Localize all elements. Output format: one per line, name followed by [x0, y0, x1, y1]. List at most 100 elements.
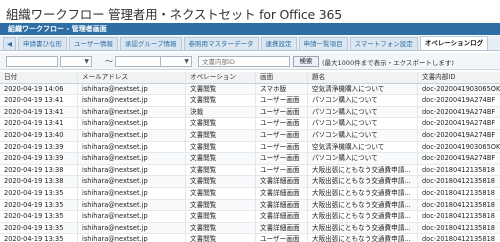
- cell-date: 2020-04-19 13:41: [0, 95, 78, 106]
- column-header-operation[interactable]: オペレーション: [186, 72, 256, 83]
- cell-doc-id: doc-20180412135818: [422, 223, 495, 232]
- cell-doc-id: doc-20180412135818: [422, 165, 495, 174]
- table-header-row: 日付 メールアドレス オペレーション 画面 題名 文書内部ID: [0, 72, 500, 84]
- table-row[interactable]: 2020-04-19 13:35 ishihara@nextset.jp 文書閲覧文…: [0, 222, 500, 235]
- cell-screen: 文書詳細画面: [256, 176, 308, 187]
- tab-approval-group[interactable]: 承認グループ情報: [119, 37, 182, 50]
- cell-doc-id: doc-20200419A274BF: [422, 154, 496, 163]
- cell-subject: 大阪出張にともなう交通費申請...: [308, 164, 418, 176]
- cell-date: 2020-04-19 13:41: [0, 118, 78, 129]
- search-button[interactable]: 検索: [293, 56, 319, 67]
- cell-subject: 大阪出張にともなう交通費申請...: [308, 234, 418, 242]
- admin-screen-header: 組織ワークフロー - 管理者画面: [0, 23, 500, 35]
- cell-doc-id: doc-20180412135818: [422, 212, 495, 221]
- cell-email: ishihara@nextset.jp: [78, 83, 186, 95]
- cell-date: 2020-04-19 13:38: [0, 176, 78, 187]
- tab-smartphone[interactable]: スマートフォン設定: [349, 37, 418, 50]
- cell-screen: ユーザー画面: [256, 129, 308, 141]
- cell-date: 2020-04-19 13:35: [0, 187, 78, 199]
- tab-master-data[interactable]: 参照用マスターデータ: [183, 37, 259, 50]
- cell-operation: 文書閲覧: [186, 187, 256, 199]
- cell-doc-id: doc-20180412135818: [422, 177, 495, 186]
- cell-date: 2020-04-19 14:06: [0, 83, 78, 95]
- table-row[interactable]: 2020-04-19 13:35 ishihara@nextset.jp 文書閲覧文…: [0, 187, 500, 200]
- table-row[interactable]: 2020-04-19 14:06 ishihara@nextset.jp 文書閲覧ス…: [0, 83, 500, 96]
- cell-screen: ユーザー画面: [256, 234, 308, 242]
- table-row[interactable]: 2020-04-19 13:38 ishihara@nextset.jp 文書閲覧ユ…: [0, 164, 500, 177]
- column-header-email[interactable]: メールアドレス: [78, 72, 186, 83]
- cell-operation: 文書閲覧: [186, 211, 256, 222]
- table-row[interactable]: 2020-04-19 13:39 ishihara@nextset.jp 文書閲覧ユ…: [0, 141, 500, 154]
- range-tilde: 〜: [105, 57, 113, 66]
- column-header-screen[interactable]: 画面: [256, 72, 308, 83]
- cell-operation: 文書閲覧: [186, 141, 256, 153]
- table-row[interactable]: 2020-04-19 13:40 ishihara@nextset.jp 文書閲覧ユ…: [0, 129, 500, 142]
- tab-prev-icon[interactable]: ◀: [3, 37, 16, 50]
- cell-doc-id: doc-20180412135818: [422, 200, 495, 209]
- app-title: 組織ワークフロー 管理者用・ネクストセット for Office 365: [6, 7, 343, 22]
- cell-doc-id: doc-20180412135818: [422, 188, 495, 197]
- cell-subject: 大阪出張にともなう交通費申請...: [308, 187, 418, 199]
- cell-operation: 文書閲覧: [186, 164, 256, 176]
- cell-subject: パソコン購入について: [308, 118, 418, 129]
- tab-user-info[interactable]: ユーザー情報: [69, 37, 118, 50]
- cell-subject: 空気清浄機購入について: [308, 83, 418, 95]
- chevron-down-icon: ▼: [184, 58, 189, 65]
- cell-operation: 文書閲覧: [186, 129, 256, 141]
- cell-operation: 文書閲覧: [186, 95, 256, 106]
- cell-email: ishihara@nextset.jp: [78, 222, 186, 234]
- cell-date: 2020-04-19 13:35: [0, 234, 78, 242]
- cell-subject: 空気清浄機購入について: [308, 141, 418, 153]
- cell-screen: スマホ版: [256, 83, 308, 95]
- table-row[interactable]: 2020-04-19 13:41 ishihara@nextset.jp 文書閲覧ユ…: [0, 95, 500, 107]
- cell-date: 2020-04-19 13:35: [0, 211, 78, 222]
- cell-email: ishihara@nextset.jp: [78, 176, 186, 187]
- cell-doc-id: doc-2020041903065OK: [422, 84, 500, 93]
- table-row[interactable]: 2020-04-19 13:41 ishihara@nextset.jp 決裁 ユーザ…: [0, 106, 500, 119]
- cell-date: 2020-04-19 13:38: [0, 164, 78, 176]
- cell-email: ishihara@nextset.jp: [78, 164, 186, 176]
- start-date-input[interactable]: [6, 56, 58, 67]
- cell-subject: パソコン購入について: [308, 95, 418, 106]
- cell-subject: 大阪出張にともなう交通費申請...: [308, 176, 418, 187]
- cell-screen: ユーザー画面: [256, 164, 308, 176]
- table-row[interactable]: 2020-04-19 13:35 ishihara@nextset.jp 文書閲覧ユ…: [0, 234, 500, 242]
- cell-email: ishihara@nextset.jp: [78, 141, 186, 153]
- cell-date: 2020-04-19 13:39: [0, 141, 78, 153]
- tab-integration[interactable]: 連携設定: [260, 37, 297, 50]
- cell-email: ishihara@nextset.jp: [78, 95, 186, 106]
- cell-doc-id: doc-20200419A274BF: [422, 107, 496, 116]
- cell-screen: ユーザー画面: [256, 106, 308, 118]
- cell-date: 2020-04-19 13:40: [0, 129, 78, 141]
- table-row[interactable]: 2020-04-19 13:39 ishihara@nextset.jp 文書閲覧ユ…: [0, 153, 500, 165]
- table-row[interactable]: 2020-04-19 13:35 ishihara@nextset.jp 文書閲覧文…: [0, 211, 500, 223]
- doc-id-search-input[interactable]: [198, 56, 290, 67]
- table-row[interactable]: 2020-04-19 13:35 ishihara@nextset.jp 文書閲覧文…: [0, 199, 500, 212]
- cell-doc-id: doc-20200419A274BF: [422, 130, 496, 139]
- tab-template[interactable]: 申請書ひな形: [18, 37, 67, 50]
- chevron-down-icon: ▼: [84, 58, 89, 65]
- end-hour-select[interactable]: ▼: [160, 56, 192, 67]
- start-hour-select[interactable]: ▼: [60, 56, 92, 67]
- table-row[interactable]: 2020-04-19 13:41 ishihara@nextset.jp 文書閲覧ユ…: [0, 118, 500, 130]
- cell-email: ishihara@nextset.jp: [78, 153, 186, 164]
- cell-email: ishihara@nextset.jp: [78, 199, 186, 211]
- cell-date: 2020-04-19 13:35: [0, 199, 78, 211]
- cell-subject: 大阪出張にともなう交通費申請...: [308, 222, 418, 234]
- cell-date: 2020-04-19 13:39: [0, 153, 78, 164]
- tab-list-items[interactable]: 申請一覧項目: [298, 37, 348, 50]
- column-header-doc-id[interactable]: 文書内部ID: [418, 72, 500, 83]
- tab-bar: ◀ 申請書ひな形 ユーザー情報 承認グループ情報 参照用マスターデータ 連携設定…: [0, 36, 500, 51]
- column-header-date[interactable]: 日付: [0, 72, 78, 83]
- cell-email: ishihara@nextset.jp: [78, 187, 186, 199]
- cell-email: ishihara@nextset.jp: [78, 106, 186, 118]
- cell-date: 2020-04-19 13:35: [0, 222, 78, 234]
- cell-doc-id: doc-20200419A274BF: [422, 119, 496, 128]
- cell-doc-id: doc-2020041903065OK: [422, 142, 500, 151]
- cell-screen: ユーザー画面: [256, 118, 308, 129]
- column-header-subject[interactable]: 題名: [308, 72, 418, 83]
- tab-operation-log[interactable]: オペレーションログ: [419, 36, 489, 50]
- table-row[interactable]: 2020-04-19 13:38 ishihara@nextset.jp 文書閲覧文…: [0, 176, 500, 188]
- cell-subject: 大阪出張にともなう交通費申請...: [308, 199, 418, 211]
- cell-screen: 文書詳細画面: [256, 222, 308, 234]
